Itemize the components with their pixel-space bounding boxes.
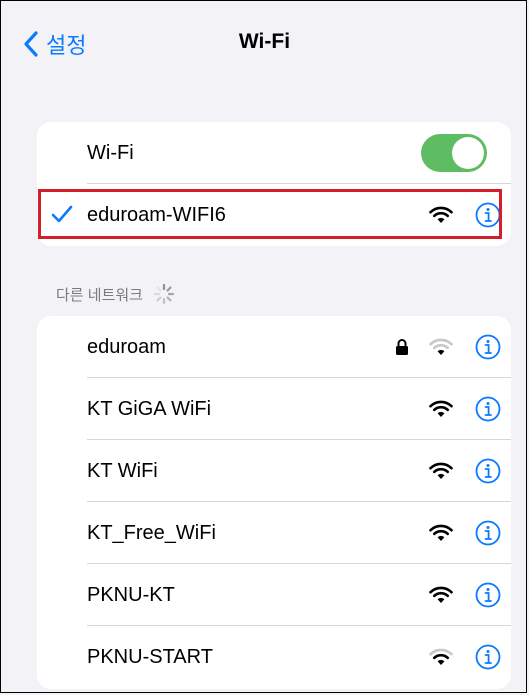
navigation-bar: 설정 Wi-Fi bbox=[0, 0, 529, 86]
info-icon[interactable] bbox=[475, 396, 501, 422]
info-icon[interactable] bbox=[475, 334, 501, 360]
wifi-medium-icon bbox=[429, 648, 453, 665]
info-icon[interactable] bbox=[475, 458, 501, 484]
network-name: KT WiFi bbox=[87, 459, 158, 482]
network-row-pknu-kt[interactable]: PKNU-KT bbox=[37, 564, 511, 626]
info-icon[interactable] bbox=[475, 582, 501, 608]
other-networks-card: eduroam KT GiGA WiFi KT WiFi KT_Free_WiF… bbox=[37, 316, 511, 689]
wifi-full-icon bbox=[429, 400, 453, 417]
loading-spinner-icon bbox=[153, 283, 175, 305]
lock-icon bbox=[396, 339, 408, 355]
info-icon[interactable] bbox=[475, 202, 501, 228]
wifi-toggle-label: Wi-Fi bbox=[87, 141, 134, 164]
checkmark-icon bbox=[51, 205, 73, 223]
wifi-weak-icon bbox=[429, 338, 453, 355]
wifi-full-icon bbox=[429, 206, 453, 223]
network-name: KT_Free_WiFi bbox=[87, 521, 216, 544]
connected-network-row[interactable]: eduroam-WIFI6 bbox=[37, 184, 511, 246]
wifi-toggle-row: Wi-Fi bbox=[37, 122, 511, 184]
info-icon[interactable] bbox=[475, 644, 501, 670]
other-networks-header: 다른 네트워크 bbox=[56, 283, 175, 305]
network-name: eduroam bbox=[87, 335, 166, 358]
network-row-kt-free-wifi[interactable]: KT_Free_WiFi bbox=[37, 502, 511, 564]
network-row-kt-wifi[interactable]: KT WiFi bbox=[37, 440, 511, 502]
other-networks-label: 다른 네트워크 bbox=[56, 286, 143, 304]
wifi-full-icon bbox=[429, 462, 453, 479]
toggle-knob bbox=[452, 137, 484, 169]
network-row-eduroam[interactable]: eduroam bbox=[37, 316, 511, 378]
wifi-toggle-switch[interactable] bbox=[421, 134, 487, 172]
network-row-kt-giga-wifi[interactable]: KT GiGA WiFi bbox=[37, 378, 511, 440]
connected-network-name: eduroam-WIFI6 bbox=[87, 203, 226, 226]
info-icon[interactable] bbox=[475, 520, 501, 546]
network-name: KT GiGA WiFi bbox=[87, 397, 212, 420]
wifi-full-icon bbox=[429, 524, 453, 541]
network-row-pknu-start[interactable]: PKNU-START bbox=[37, 626, 511, 688]
network-name: PKNU-START bbox=[87, 645, 213, 668]
wifi-full-icon bbox=[429, 586, 453, 603]
page-title: Wi-Fi bbox=[238, 30, 291, 53]
network-name: PKNU-KT bbox=[87, 583, 175, 606]
wifi-card: Wi-Fi eduroam-WIFI6 bbox=[37, 122, 511, 246]
